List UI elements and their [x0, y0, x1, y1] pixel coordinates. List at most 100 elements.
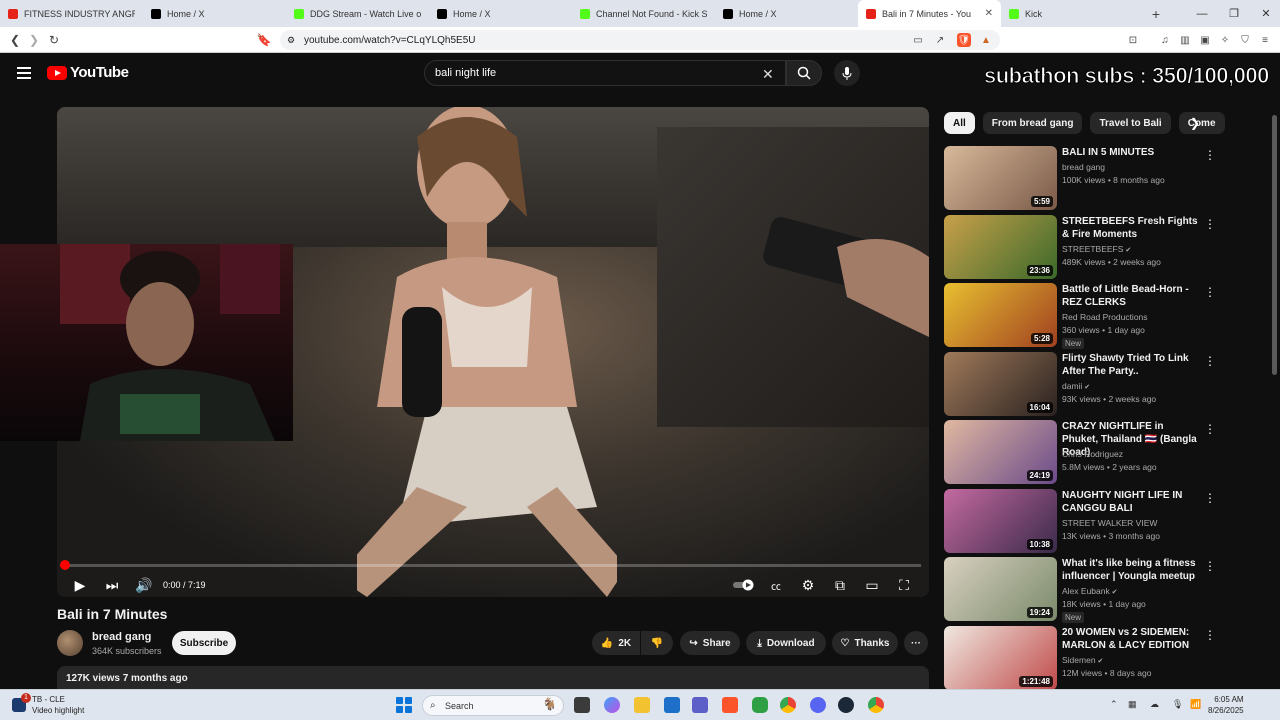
- minimize-button[interactable]: —: [1186, 0, 1218, 27]
- like-button[interactable]: 👍 2K: [592, 631, 640, 655]
- search-button[interactable]: [786, 60, 822, 86]
- search-input[interactable]: bali night life: [424, 60, 786, 86]
- more-options-icon[interactable]: ⋮: [1204, 217, 1216, 231]
- maximize-button[interactable]: ❐: [1218, 0, 1250, 27]
- filter-chip[interactable]: All: [944, 112, 975, 134]
- leo-icon[interactable]: ✧: [1218, 33, 1232, 47]
- browser-tab[interactable]: Bali in 7 Minutes - You ✕: [858, 0, 1001, 27]
- recommended-video[interactable]: 5:59 BALI IN 5 MINUTES bread gang 100K view…: [944, 146, 1264, 210]
- description-box[interactable]: 127K views 7 months ago: [57, 666, 929, 689]
- recommended-video[interactable]: 5:28 Battle of Little Bead-Horn - REZ CLE…: [944, 283, 1264, 349]
- mic-tray-icon[interactable]: 🎙: [1172, 699, 1183, 710]
- recommended-channel[interactable]: Red Road Productions: [1062, 312, 1148, 322]
- recommended-title[interactable]: BALI IN 5 MINUTES: [1062, 146, 1202, 159]
- vpn-icon[interactable]: ⛉: [1238, 33, 1252, 47]
- more-options-icon[interactable]: ⋮: [1204, 354, 1216, 368]
- store-icon[interactable]: [664, 697, 680, 713]
- new-tab-button[interactable]: +: [1144, 0, 1168, 27]
- discord-icon[interactable]: [810, 697, 826, 713]
- subscribe-button[interactable]: Subscribe: [172, 631, 236, 655]
- video-thumbnail[interactable]: 16:04: [944, 351, 1057, 416]
- video-thumbnail[interactable]: 10:38: [944, 488, 1057, 553]
- cast-icon[interactable]: ▭: [911, 33, 925, 47]
- tab-search-icon[interactable]: ⊡: [1126, 33, 1140, 47]
- steam-icon[interactable]: [838, 697, 854, 713]
- channel-name[interactable]: bread gang: [92, 631, 151, 643]
- more-options-icon[interactable]: ⋮: [1204, 285, 1216, 299]
- youtube-logo[interactable]: YouTube: [47, 64, 129, 81]
- thanks-button[interactable]: ♡ Thanks: [832, 631, 898, 655]
- tray-overflow-icon[interactable]: ⌃: [1110, 699, 1118, 710]
- chrome-icon[interactable]: [780, 697, 796, 713]
- browser-tab[interactable]: Channel Not Found - Kick Stre: [572, 0, 715, 27]
- video-thumbnail[interactable]: 5:59: [944, 146, 1057, 210]
- recommended-channel[interactable]: Chris Rodriguez: [1062, 449, 1123, 459]
- wallet-icon[interactable]: ▣: [1198, 33, 1212, 47]
- browser-tab[interactable]: Home / X: [429, 0, 572, 27]
- browser-tab[interactable]: DDG Stream - Watch Live on K: [286, 0, 429, 27]
- more-options-icon[interactable]: ⋮: [1204, 491, 1216, 505]
- video-thumbnail[interactable]: 5:28: [944, 283, 1057, 347]
- windows-start-icon[interactable]: [396, 697, 412, 713]
- recommended-channel[interactable]: bread gang: [1062, 162, 1105, 172]
- recommended-video[interactable]: 1:21:48 20 WOMEN vs 2 SIDEMEN: MARLON & L…: [944, 625, 1264, 690]
- video-thumbnail[interactable]: 1:21:48: [944, 625, 1057, 690]
- brave-rewards-icon[interactable]: ▲: [979, 33, 993, 47]
- recommended-video[interactable]: 19:24 What it's like being a fitness infl…: [944, 557, 1264, 623]
- recommended-title[interactable]: STREETBEEFS Fresh Fights & Fire Moments: [1062, 215, 1202, 241]
- more-options-icon[interactable]: ⋮: [1204, 148, 1216, 162]
- network-icon[interactable]: 📶: [1190, 699, 1201, 710]
- video-thumbnail[interactable]: 23:36: [944, 214, 1057, 279]
- more-options-icon[interactable]: ⋮: [1204, 628, 1216, 642]
- bookmark-icon[interactable]: 🔖: [254, 30, 274, 50]
- copilot-icon[interactable]: [604, 697, 620, 713]
- recommended-channel[interactable]: STREETBEEFS ✔: [1062, 244, 1131, 254]
- site-info-icon[interactable]: ⚙: [287, 35, 295, 46]
- more-options-icon[interactable]: ⋮: [1204, 422, 1216, 436]
- recommended-video[interactable]: 10:38 NAUGHTY NIGHT LIFE IN CANGGU BALI ST…: [944, 488, 1264, 553]
- browser-tab[interactable]: Kick: [1001, 0, 1144, 27]
- more-options-icon[interactable]: ⋮: [1204, 559, 1216, 573]
- recommended-video[interactable]: 16:04 Flirty Shawty Tried To Link After T…: [944, 351, 1264, 416]
- filter-chip[interactable]: Travel to Bali: [1090, 112, 1171, 134]
- teams-icon[interactable]: [692, 697, 708, 713]
- share-page-icon[interactable]: ↗: [933, 33, 947, 47]
- tray-app-icon[interactable]: ▦: [1128, 699, 1137, 710]
- voice-search-button[interactable]: [834, 60, 860, 86]
- scrollbar[interactable]: [1272, 115, 1277, 375]
- chevron-right-icon[interactable]: ❯: [1190, 116, 1200, 130]
- recommended-title[interactable]: What it's like being a fitness influence…: [1062, 557, 1202, 583]
- brave-icon[interactable]: [722, 697, 738, 713]
- channel-avatar[interactable]: [57, 630, 83, 656]
- download-button[interactable]: ⤓ Download: [746, 631, 826, 655]
- media-icon[interactable]: ♫: [1158, 33, 1172, 47]
- dislike-button[interactable]: 👎: [641, 631, 673, 655]
- recommended-title[interactable]: 20 WOMEN vs 2 SIDEMEN: MARLON & LACY EDI…: [1062, 626, 1202, 652]
- browser-tab[interactable]: Home / X: [715, 0, 858, 27]
- recommended-title[interactable]: Flirty Shawty Tried To Link After The Pa…: [1062, 352, 1202, 378]
- clear-search-icon[interactable]: ✕: [762, 66, 774, 83]
- recommended-video[interactable]: 24:19 CRAZY NIGHTLIFE in Phuket, Thailand…: [944, 420, 1264, 484]
- chrome-profile-icon[interactable]: [868, 697, 884, 713]
- reload-icon[interactable]: ↻: [44, 30, 64, 50]
- guide-menu-icon[interactable]: [17, 67, 31, 79]
- taskbar-search[interactable]: ⌕ Search 🐐: [422, 695, 564, 716]
- brave-shields-icon[interactable]: 🛡: [957, 33, 971, 47]
- recommended-channel[interactable]: damii ✔: [1062, 381, 1090, 391]
- more-actions-button[interactable]: ···: [904, 631, 928, 655]
- share-button[interactable]: ↪ Share: [680, 631, 740, 655]
- onedrive-icon[interactable]: ☁: [1150, 699, 1159, 710]
- video-thumbnail[interactable]: 24:19: [944, 420, 1057, 484]
- browser-tab[interactable]: FITNESS INDUSTRY ANGRY RA: [0, 0, 143, 27]
- close-window-button[interactable]: ✕: [1250, 0, 1280, 27]
- notification-widget[interactable]: TB - CLE Video highlight: [12, 693, 84, 716]
- filter-chip[interactable]: From bread gang: [982, 112, 1083, 134]
- sidebar-icon[interactable]: ▥: [1178, 33, 1192, 47]
- filter-chip[interactable]: Come: [1178, 112, 1225, 134]
- recommended-channel[interactable]: Alex Eubank ✔: [1062, 586, 1118, 596]
- url-field[interactable]: ⚙ youtube.com/watch?v=CLqYLQh5E5U: [280, 30, 1000, 50]
- back-icon[interactable]: ❮: [5, 30, 25, 50]
- task-view-icon[interactable]: [574, 697, 590, 713]
- clock[interactable]: 6:05 AM 8/26/2025: [1208, 694, 1244, 716]
- browser-tab[interactable]: Home / X: [143, 0, 286, 27]
